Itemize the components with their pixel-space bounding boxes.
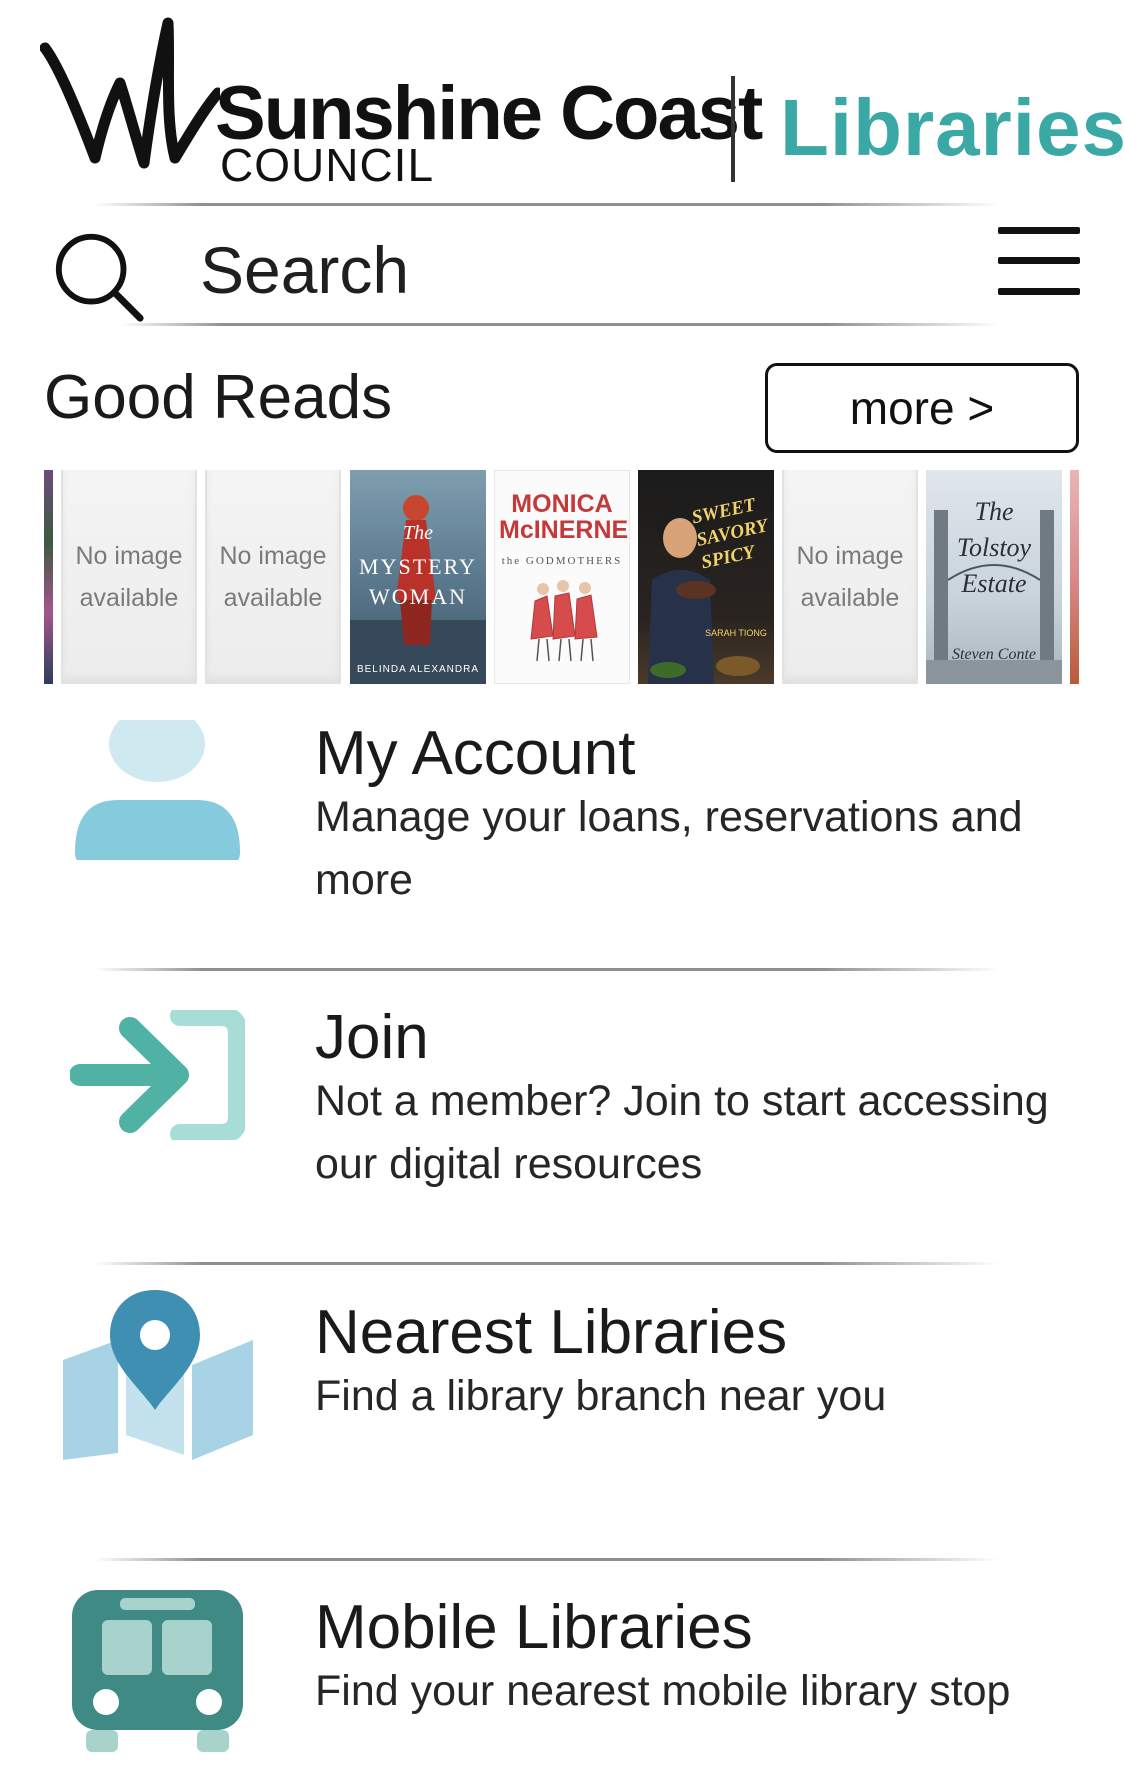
good-reads-title: Good Reads: [44, 363, 393, 432]
menu-item-description: Find a library branch near you: [315, 1372, 887, 1420]
sunshine-coast-council-logo[interactable]: Sunshine Coast ™ COUNCIL: [40, 8, 763, 191]
menu-item-description: Find your nearest mobile library stop: [315, 1667, 1011, 1715]
search-icon[interactable]: [50, 228, 148, 326]
item-divider: [95, 968, 1000, 971]
book-title: SWEET SAVORY SPICY: [689, 494, 769, 574]
join-arrow-icon: [70, 1010, 245, 1140]
menu-item-description: Not a member? Join to start accessing ou…: [315, 1077, 1049, 1188]
no-image-text: No image available: [796, 542, 904, 612]
book-title: MYSTERY WOMAN: [359, 554, 477, 609]
menu-item-nearest-libraries[interactable]: Nearest Libraries Find a library branch …: [0, 1280, 1125, 1560]
app-header: Sunshine Coast ™ COUNCIL Libraries: [0, 0, 1125, 205]
item-divider: [95, 1558, 1000, 1561]
menu-item-my-account[interactable]: My Account Manage your loans, reservatio…: [0, 690, 1125, 970]
menu-item-title: Mobile Libraries: [315, 1593, 753, 1662]
book-cover-partial[interactable]: [44, 470, 53, 684]
book-cover-placeholder[interactable]: No image available: [61, 470, 197, 684]
trademark-mark: ™: [715, 116, 727, 130]
book-cover-partial[interactable]: [1070, 470, 1079, 684]
brand-subtitle: COUNCIL: [220, 139, 435, 191]
book-author: Steven Conte: [952, 646, 1036, 663]
good-reads-carousel[interactable]: No image available No image available Th…: [44, 470, 1079, 685]
search-divider: [120, 323, 1000, 326]
person-icon: [75, 720, 240, 860]
no-image-text: No image available: [75, 542, 183, 612]
book-cover-placeholder[interactable]: No image available: [205, 470, 341, 684]
book-cover-godmothers[interactable]: MONICA McINERNEY the GODMOTHERS: [494, 470, 630, 684]
menu-item-join[interactable]: Join Not a member? Join to start accessi…: [0, 985, 1125, 1265]
hamburger-menu-icon[interactable]: [998, 227, 1080, 295]
header-divider: [95, 203, 1000, 206]
item-divider: [95, 1262, 1000, 1265]
search-input-placeholder[interactable]: Search: [200, 232, 409, 308]
book-title-top: The: [403, 522, 433, 544]
book-author: SARAH TIONG: [705, 628, 767, 638]
bus-icon: [72, 1590, 243, 1752]
book-title: The Tolstoy Estate: [956, 497, 1032, 598]
cover-art-dancers-icon: [530, 580, 598, 662]
book-cover-mystery-woman[interactable]: The MYSTERY WOMAN BELINDA ALEXANDRA: [350, 470, 486, 684]
more-button[interactable]: more >: [765, 363, 1079, 453]
book-author: BELINDA ALEXANDRA: [356, 664, 480, 675]
menu-item-description: Manage your loans, reservations and more: [315, 793, 1023, 904]
no-image-text: No image available: [219, 542, 327, 612]
book-cover-tolstoy-estate[interactable]: The Tolstoy Estate Steven Conte: [926, 470, 1062, 684]
menu-item-title: My Account: [315, 719, 636, 788]
logo-divider: [731, 76, 735, 182]
book-cover-sweet-savory-spicy[interactable]: SWEET SAVORY SPICY SARAH TIONG: [638, 470, 774, 684]
map-pin-icon: [63, 1290, 253, 1460]
search-bar[interactable]: Search: [0, 210, 1125, 325]
book-cover-placeholder[interactable]: No image available: [782, 470, 918, 684]
menu-item-mobile-libraries[interactable]: Mobile Libraries Find your nearest mobil…: [0, 1575, 1125, 1767]
menu-item-title: Join: [315, 1003, 429, 1072]
libraries-wordmark: Libraries: [780, 83, 1125, 172]
menu-item-title: Nearest Libraries: [315, 1298, 788, 1367]
council-wave-logo-icon: [40, 17, 220, 169]
